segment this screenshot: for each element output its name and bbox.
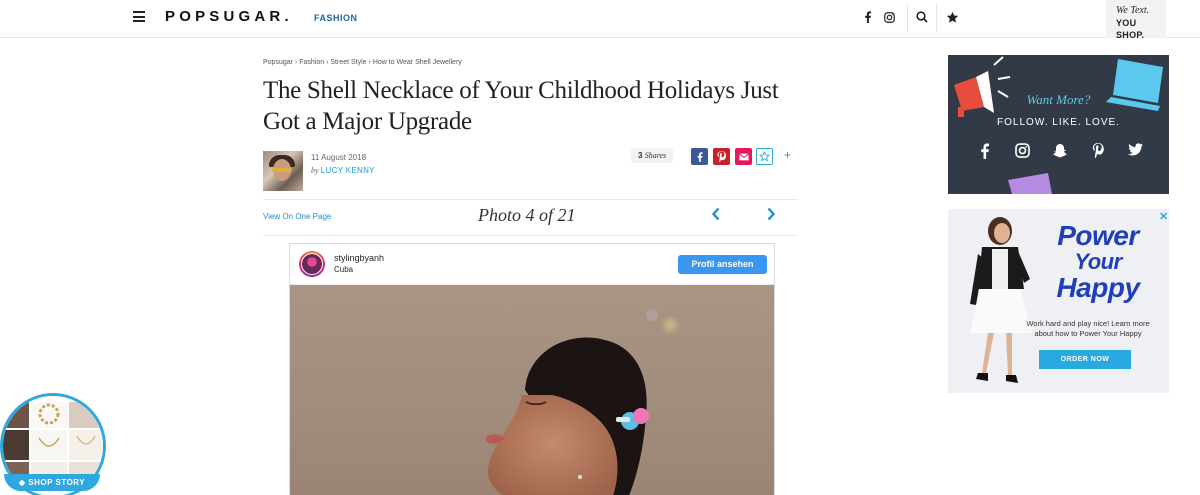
instagram-icon[interactable] [881,9,897,25]
publish-date: 11 August 2018 [311,153,367,162]
facebook-icon[interactable] [975,143,995,162]
text-shop-promo[interactable]: We Text. YOU SHOP. [1106,0,1166,40]
share-count-number: 3 [638,151,643,160]
pinterest-share-button[interactable] [713,148,730,165]
facebook-icon[interactable] [860,9,876,25]
mail-icon [738,153,749,160]
facebook-icon [697,151,702,162]
header-divider [907,4,908,32]
instagram-header: stylingbyanh Cuba Profil ansehen [290,244,774,285]
instagram-photo[interactable] [290,285,774,495]
breadcrumb-separator: › [326,59,329,66]
search-icon[interactable] [914,9,930,25]
power-your-happy-ad[interactable]: Power Your Happy Work hard and play nice… [948,209,1169,393]
promo-line-2: YOU SHOP. [1116,18,1145,40]
divider [263,199,798,200]
email-share-button[interactable] [735,148,752,165]
breadcrumb-item[interactable]: Popsugar [263,59,293,66]
share-count-label: Shares [644,151,667,160]
snapchat-icon[interactable] [1050,143,1070,162]
instagram-icon[interactable] [1013,143,1033,162]
more-share-icon[interactable]: + [784,148,791,162]
breadcrumb-separator: › [368,59,371,66]
chevron-right-icon [767,207,776,221]
breadcrumb-item[interactable]: How to Wear Shell Jewellery [373,59,462,66]
author-avatar[interactable] [263,151,303,191]
ad-headline: Power Your Happy [1038,220,1158,303]
tag-icon: ◆ [18,478,26,487]
section-label[interactable]: FASHION [314,13,358,23]
byline-prefix: by [311,166,319,175]
ad-body: Work hard and play nice! Learn more abou… [1026,319,1150,338]
star-outline-icon [759,151,770,162]
prev-photo-button[interactable] [711,207,721,226]
ad-headline-line: Power [1057,220,1139,251]
chevron-left-icon [711,207,720,221]
share-count: 3 Shares [631,148,674,163]
pinterest-icon [717,151,726,162]
ad-social-icons [975,143,1145,162]
byline: by LUCY KENNY [311,166,375,175]
divider [263,235,798,236]
shop-story-label[interactable]: ◆ SHOP STORY [4,474,100,491]
twitter-icon[interactable] [1125,143,1145,162]
shop-story-widget[interactable]: ◆ SHOP STORY [0,393,106,495]
article-title: The Shell Necklace of Your Childhood Hol… [263,77,779,135]
save-star-button[interactable] [756,148,773,165]
author-name[interactable]: LUCY KENNY [321,166,375,175]
site-logo[interactable]: POPSUGAR. [165,8,293,25]
photo-counter: Photo 4 of 21 [478,205,576,225]
promo-line-1: We Text. [1116,5,1150,16]
shop-story-text: SHOP STORY [28,478,86,487]
close-ad-icon[interactable]: ✕ [1159,210,1168,223]
ad-headline: Want More? [1026,92,1091,107]
breadcrumb-item[interactable]: Street Style [330,59,366,66]
facebook-share-button[interactable] [691,148,708,165]
instagram-avatar[interactable] [299,251,325,277]
view-profile-button[interactable]: Profil ansehen [678,255,767,274]
breadcrumb: Popsugar › Fashion › Street Style › How … [263,59,462,66]
pinterest-icon[interactable] [1088,143,1108,162]
site-header: POPSUGAR. FASHION We Text. YOU SHOP. [0,0,1200,40]
menu-icon[interactable] [133,11,145,22]
view-on-one-page-link[interactable]: View On One Page [263,212,331,221]
star-icon[interactable] [944,9,960,25]
ad-subline: FOLLOW. LIKE. LOVE. [997,117,1120,128]
ad-headline-line: Happy [1056,272,1140,303]
follow-ad-banner[interactable]: Want More? FOLLOW. LIKE. LOVE. [948,55,1169,194]
instagram-username[interactable]: stylingbyanh [334,253,384,263]
next-photo-button[interactable] [766,207,776,226]
breadcrumb-item[interactable]: Fashion [299,59,324,66]
order-now-button[interactable]: ORDER NOW [1039,350,1131,369]
breadcrumb-separator: › [294,59,298,66]
instagram-embed: stylingbyanh Cuba Profil ansehen [289,243,775,495]
header-divider [936,4,937,32]
instagram-location[interactable]: Cuba [334,265,353,274]
